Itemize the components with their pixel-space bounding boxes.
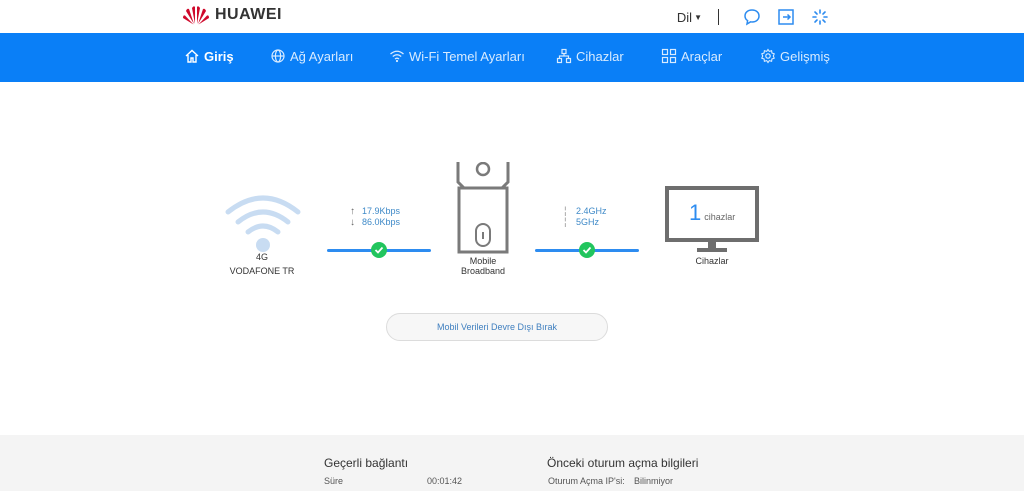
- band-2ghz: 2.4GHz: [576, 206, 607, 216]
- nav-label: Araçlar: [681, 48, 723, 64]
- message-icon[interactable]: [743, 8, 761, 26]
- top-actions: Dil ▼: [677, 8, 829, 26]
- nav-home[interactable]: Giriş: [184, 48, 234, 64]
- language-selector[interactable]: Dil ▼: [677, 10, 702, 25]
- loading-spinner-icon: [812, 9, 828, 25]
- nav-label: Cihazlar: [576, 48, 624, 64]
- devices-icon: [556, 48, 572, 64]
- tools-icon: [661, 48, 677, 64]
- home-icon: [185, 49, 199, 63]
- band-separator-icon: ¦: [564, 206, 567, 217]
- duration-value: 00:01:42: [427, 476, 463, 486]
- info-footer: Geçerli bağlantı Süre 00:01:42 Önceki ot…: [0, 435, 1024, 491]
- signal-wifi-icon: [225, 195, 301, 252]
- network-type: 4G: [255, 252, 268, 262]
- current-connection-title: Geçerli bağlantı: [324, 456, 409, 470]
- gear-icon: [761, 48, 775, 64]
- login-ip-value: Bilinmiyor: [634, 476, 674, 486]
- nav-wifi-settings[interactable]: Wi-Fi Temel Ayarları: [389, 48, 525, 64]
- caret-down-icon: ▼: [694, 12, 702, 22]
- duration-label: Süre: [324, 476, 344, 486]
- download-speed: 86.0Kbps: [362, 217, 401, 227]
- upload-speed: 17.9Kbps: [362, 206, 401, 216]
- brand-name: HUAWEI: [215, 6, 282, 23]
- top-bar: HUAWEI Dil ▼: [0, 0, 1024, 33]
- download-arrow-icon: ↓: [350, 217, 355, 228]
- device-count: 1: [689, 200, 702, 225]
- band-separator-icon: ¦: [564, 217, 567, 228]
- logout-icon[interactable]: [777, 8, 795, 26]
- band-5ghz: 5GHz: [576, 217, 600, 227]
- main-nav: Giriş Ağ Ayarları Wi-Fi Temel Ayarları C…: [0, 33, 1024, 82]
- status-panel: 4G VODAFONE TR ↑ 17.9Kbps ↓ 86.0Kbps Mobil…: [0, 82, 1024, 435]
- login-ip-label: Oturum Açma IP'si:: [548, 476, 625, 486]
- nav-label: Wi-Fi Temel Ayarları: [409, 48, 525, 64]
- wifi-icon: [390, 50, 404, 63]
- connected-devices-widget[interactable]: 1 cihazlar: [665, 186, 759, 254]
- device-count-unit: cihazlar: [704, 212, 736, 222]
- wan-ok-check-icon: [371, 242, 387, 258]
- huawei-flower-icon: [183, 6, 209, 25]
- operator-name: VODAFONE TR: [229, 266, 295, 276]
- disable-mobile-data-button[interactable]: Mobil Verileri Devre Dışı Bırak: [386, 313, 608, 341]
- band-readout: ¦ 2.4GHz ¦ 5GHz: [564, 206, 607, 228]
- nav-advanced[interactable]: Gelişmiş: [760, 48, 830, 64]
- devices-label: Cihazlar: [695, 256, 729, 266]
- nav-network-settings[interactable]: Ağ Ayarları: [270, 48, 353, 64]
- nav-label: Giriş: [204, 48, 234, 64]
- nav-devices[interactable]: Cihazlar: [556, 48, 624, 64]
- divider: [718, 9, 719, 25]
- device-count-display: 1 cihazlar: [689, 200, 735, 226]
- router-device-icon: [456, 162, 510, 254]
- lan-ok-check-icon: [579, 242, 595, 258]
- nav-tools[interactable]: Araçlar: [661, 48, 722, 64]
- nav-label: Gelişmiş: [780, 48, 830, 64]
- previous-login-title: Önceki oturum açma bilgileri: [547, 456, 699, 470]
- speed-readout: ↑ 17.9Kbps ↓ 86.0Kbps: [350, 206, 400, 228]
- nav-label: Ağ Ayarları: [290, 48, 354, 64]
- huawei-logo[interactable]: HUAWEI: [183, 5, 282, 25]
- upload-arrow-icon: ↑: [350, 206, 355, 217]
- globe-icon: [271, 49, 285, 63]
- device-label-line2: Broadband: [460, 266, 506, 276]
- language-label: Dil: [676, 9, 693, 25]
